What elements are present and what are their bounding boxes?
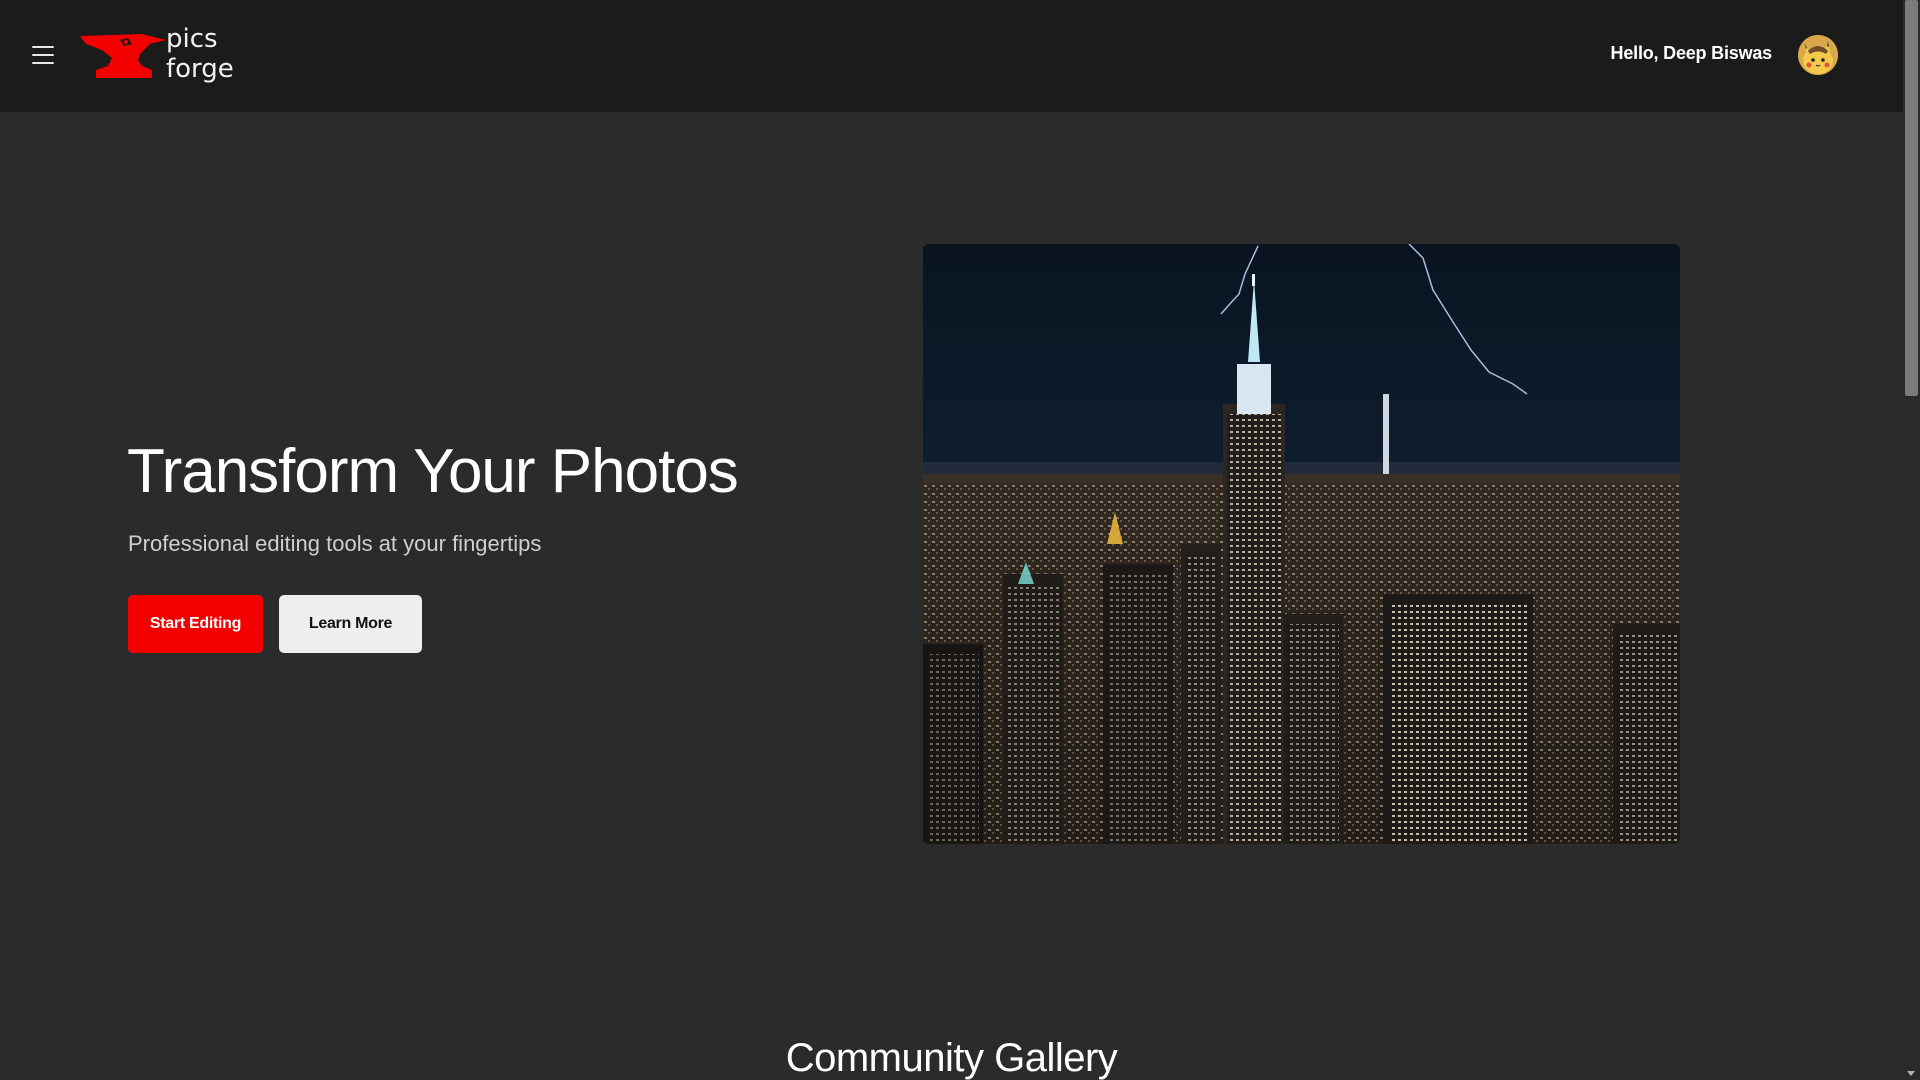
anvil-icon [80,34,166,78]
logo-text-pics: pics [166,24,218,54]
top-navbar: pics forge Hello, Deep Biswas [0,0,1903,112]
vertical-scrollbar[interactable] [1903,0,1920,1080]
logo-wordmark: pics forge [166,24,234,84]
user-greeting: Hello, Deep Biswas [1610,43,1773,63]
page: pics forge Hello, Deep Biswas Transform … [0,0,1920,1080]
hero-title: Transform Your Photos [127,437,739,506]
hamburger-menu-icon[interactable] [28,42,60,68]
city-skyline-illustration [923,244,1680,844]
scroll-down-arrow-icon[interactable] [1907,1071,1915,1076]
community-gallery-title: Community Gallery [785,1036,1118,1080]
start-editing-button[interactable]: Start Editing [128,595,263,653]
hero-image [923,244,1680,844]
hero-subtitle: Professional editing tools at your finge… [128,531,542,556]
pikachu-avatar-icon [1798,35,1838,75]
user-avatar[interactable] [1798,35,1838,75]
learn-more-button[interactable]: Learn More [279,595,422,653]
logo-text-forge: forge [166,54,234,84]
picsforge-logo[interactable]: pics forge [80,24,250,88]
scrollbar-thumb[interactable] [1905,0,1918,396]
